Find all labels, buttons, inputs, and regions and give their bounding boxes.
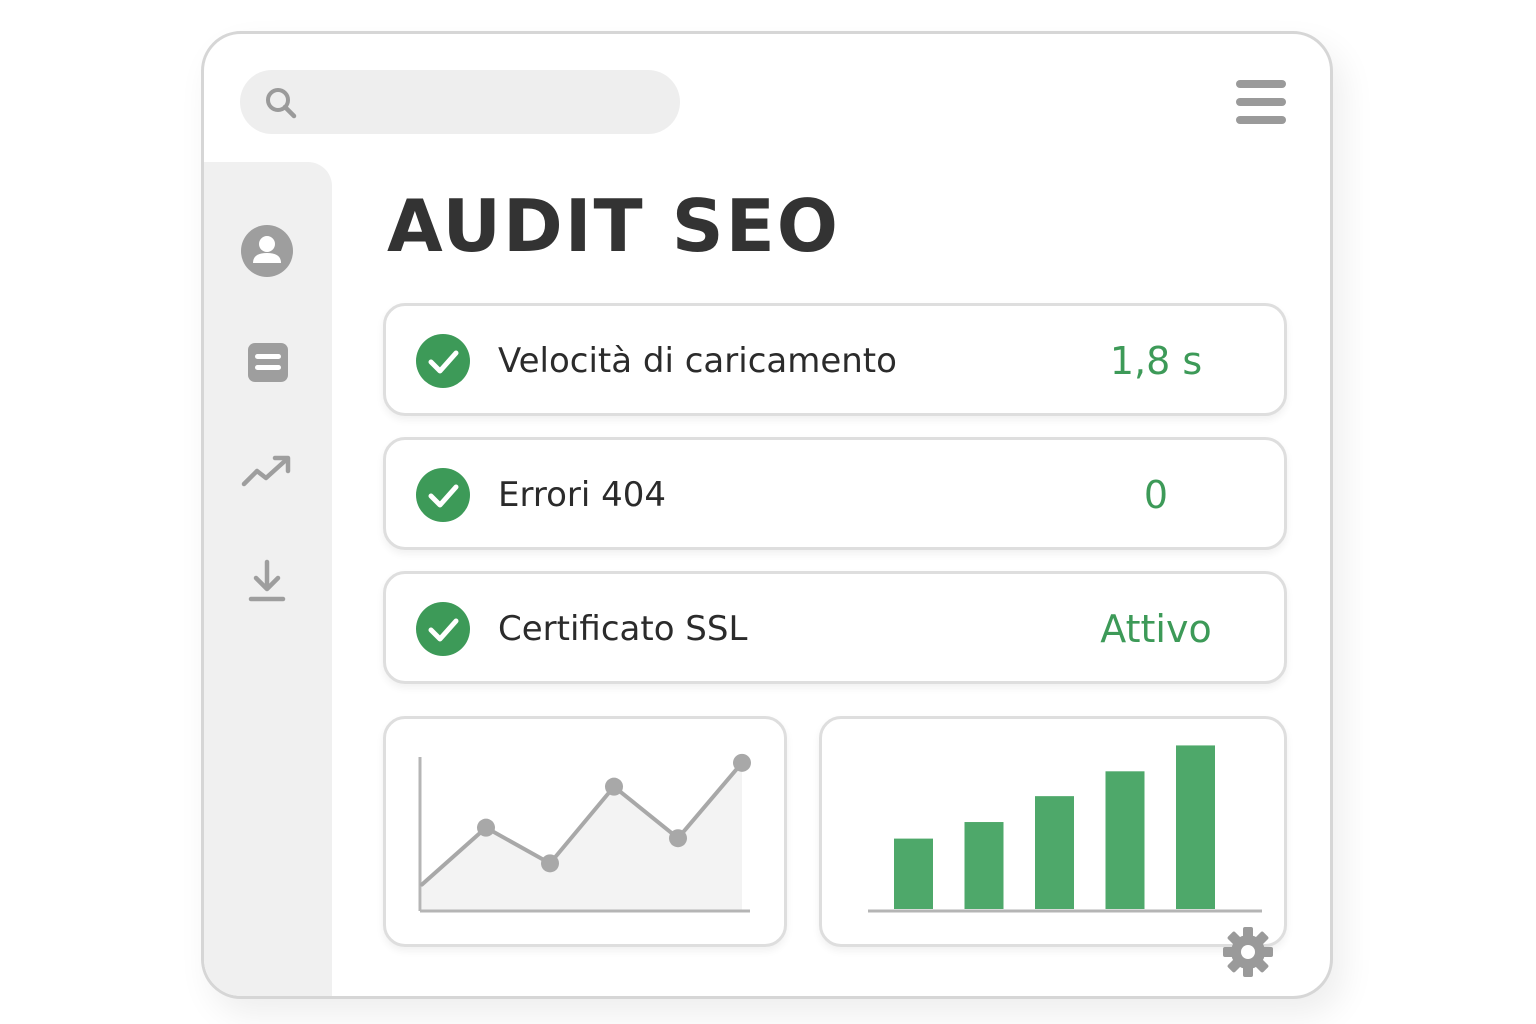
bar-chart [868,745,1262,913]
check-value: 0 [1143,473,1169,517]
check-value: 1,8 s [1109,339,1203,383]
bar [1105,771,1145,909]
line-point [605,777,623,796]
check-value: Attivo [1100,607,1212,651]
gear-icon[interactable] [1220,924,1276,980]
check-label: Errori 404 [498,475,667,515]
page-title: AUDIT SEO [387,184,840,268]
menu-line [1236,116,1286,124]
line-point [541,854,559,873]
line-chart [418,753,751,913]
sidebar-item-download[interactable] [238,554,296,612]
trending-up-icon [241,455,291,487]
check-circle-icon [416,602,470,656]
line-point [477,818,495,837]
line-point [669,829,687,848]
search-input[interactable] [310,82,664,124]
check-label: Velocità di caricamento [498,341,897,381]
app-window: AUDIT SEO Velocità di caricamento 1,8 s … [201,31,1333,999]
download-icon [248,559,286,602]
user-icon [241,225,293,277]
bar [1176,745,1215,909]
bar [894,838,933,909]
line-point [733,753,751,772]
line-chart-card [383,716,787,947]
sidebar-item-analytics[interactable] [238,444,296,502]
sidebar [204,162,332,996]
menu-line [1236,80,1286,88]
check-row-404-errors: Errori 404 0 [383,437,1287,550]
search-icon [266,88,297,119]
line-area [422,762,742,911]
check-row-load-speed: Velocità di caricamento 1,8 s [383,303,1287,416]
menu-line [1236,98,1286,106]
check-label: Certificato SSL [498,609,748,649]
bar [1035,796,1074,909]
sidebar-item-reports[interactable] [238,334,296,392]
list-icon [248,343,288,382]
check-circle-icon [416,334,470,388]
search-bar[interactable] [240,70,680,134]
bar-chart-card [819,716,1287,947]
bar [964,822,1004,909]
hamburger-menu-icon[interactable] [1230,74,1292,130]
check-row-ssl-certificate: Certificato SSL Attivo [383,571,1287,684]
check-circle-icon [416,468,470,522]
sidebar-item-profile[interactable] [238,222,296,280]
